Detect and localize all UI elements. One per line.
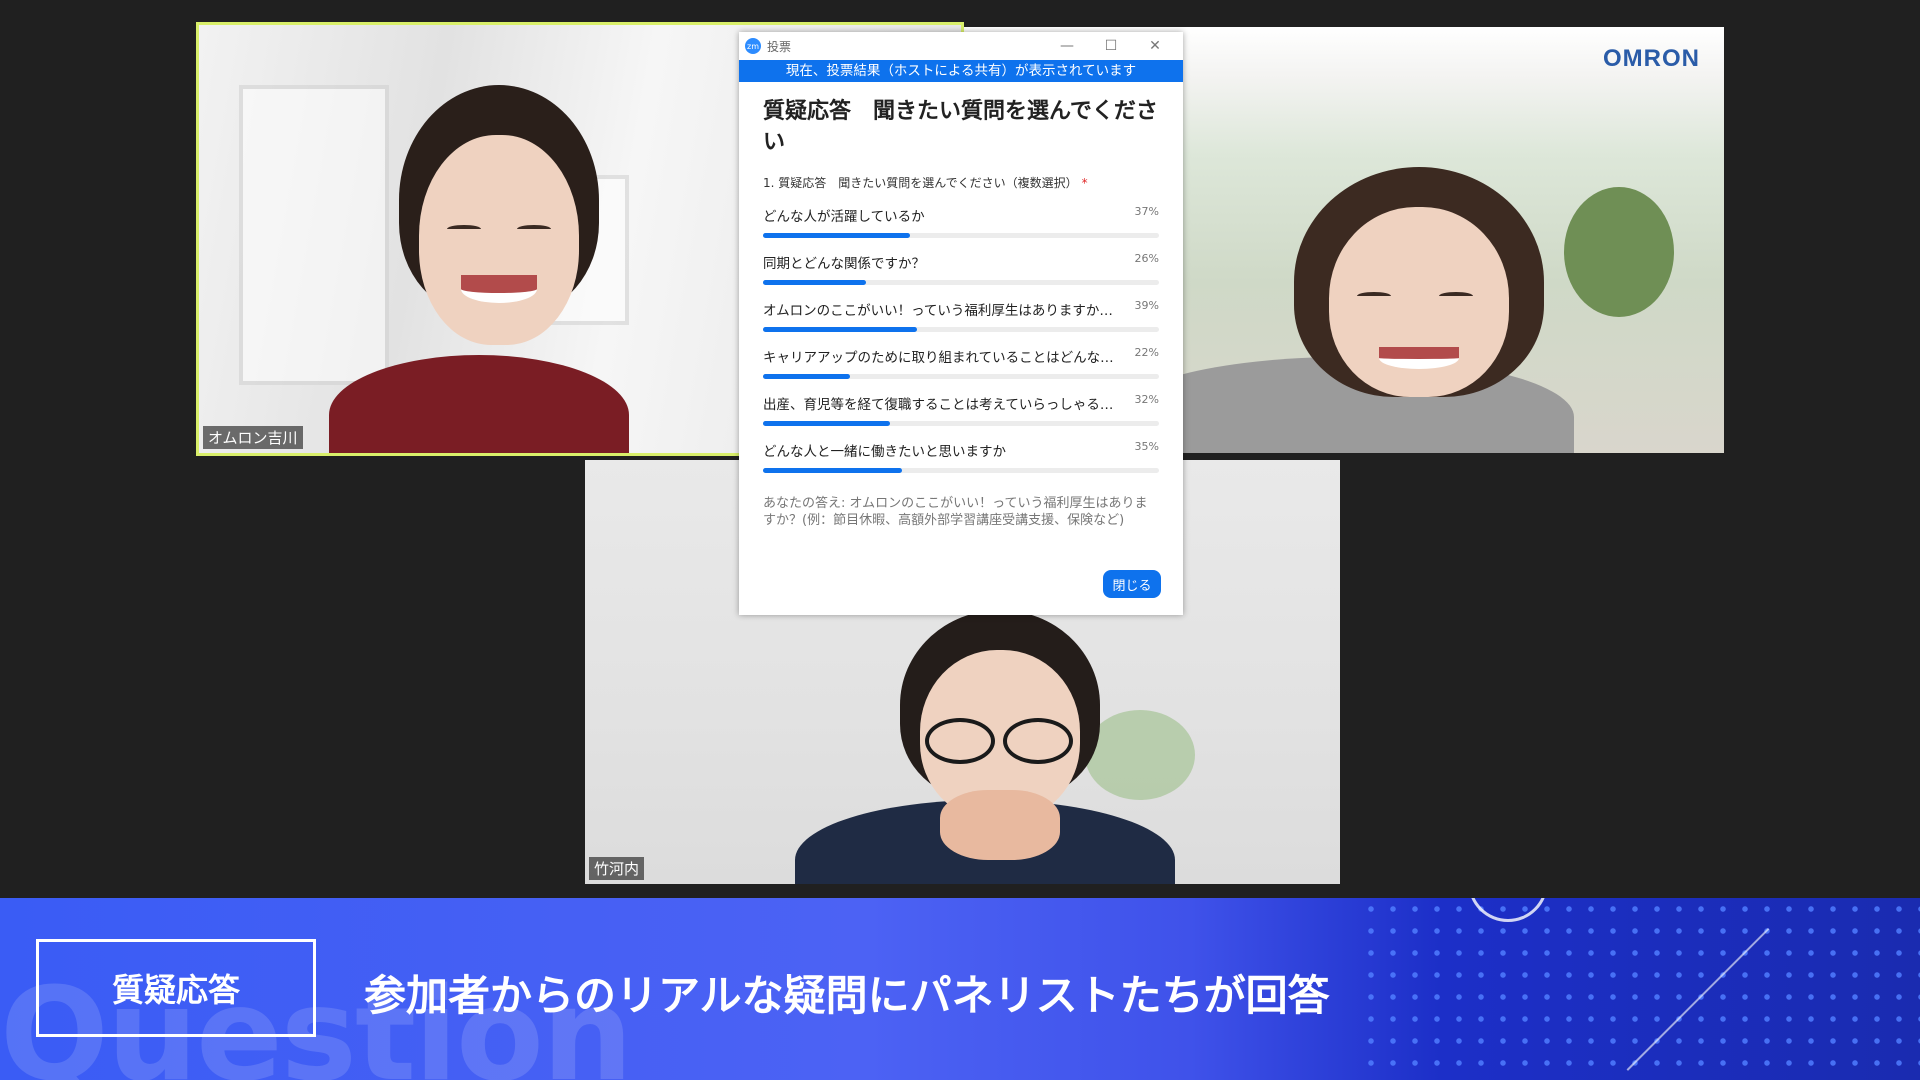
poll-option-percent: 32% xyxy=(1134,393,1159,406)
participant-name-tag: 竹河内 xyxy=(589,857,645,880)
poll-result-bar-fill xyxy=(763,327,918,332)
poll-option-percent: 35% xyxy=(1134,440,1159,453)
participant-hand xyxy=(940,790,1060,860)
banner-caption: 参加者からのリアルな疑問にパネリストたちが回答 xyxy=(364,971,1330,1020)
close-button[interactable]: 閉じる xyxy=(1103,570,1161,598)
lower-third-banner: Question 質疑応答 参加者からのリアルな疑問にパネリストたちが回答 xyxy=(0,898,1920,1080)
required-mark: * xyxy=(1081,176,1088,190)
poll-option: どんな人が活躍しているか 37% xyxy=(763,205,1159,238)
poll-result-bar-track xyxy=(763,468,1159,473)
participant-eye xyxy=(447,225,481,233)
poll-option-percent: 22% xyxy=(1134,346,1159,359)
poll-option-text: どんな人と一緒に働きたいと思いますか xyxy=(763,444,1006,460)
minimize-icon[interactable]: — xyxy=(1045,38,1089,54)
close-icon[interactable]: ✕ xyxy=(1133,38,1177,54)
poll-options-list: どんな人が活躍しているか 37% 同期とどんな関係ですか？ 26% オムロンのここがいい… xyxy=(763,205,1159,473)
poll-window-title: 投票 xyxy=(767,39,792,54)
poll-option-text: オムロンのここがいい！っていう福利厚生はありますか？(... xyxy=(763,303,1123,319)
poll-option-text: 出産、育児等を経て復職することは考えていらっしゃるか... xyxy=(763,397,1123,413)
omron-logo: OMRON xyxy=(1603,45,1700,72)
poll-result-bar-fill xyxy=(763,468,902,473)
poll-titlebar[interactable]: zm 投票 — ☐ ✕ xyxy=(739,32,1183,60)
poll-option-percent: 37% xyxy=(1134,205,1159,218)
background-plant xyxy=(1564,187,1674,317)
section-tag: 質疑応答 xyxy=(36,939,316,1037)
poll-result-bar-fill xyxy=(763,233,910,238)
poll-option-text: 同期とどんな関係ですか？ xyxy=(763,256,925,272)
glasses-right xyxy=(1003,718,1073,764)
poll-result-bar-track xyxy=(763,421,1159,426)
poll-result-bar-track xyxy=(763,374,1159,379)
background-plant xyxy=(1085,710,1195,800)
poll-option-text: キャリアアップのために取り組まれていることはどんなことがあ... xyxy=(763,350,1123,366)
poll-option-percent: 26% xyxy=(1134,252,1159,265)
participant-eye xyxy=(1357,292,1391,300)
poll-option: キャリアアップのために取り組まれていることはどんなことがあ... 22% xyxy=(763,346,1159,379)
participant-face xyxy=(419,135,579,345)
background-window xyxy=(239,85,389,385)
participant-smile xyxy=(1379,347,1459,369)
poll-result-bar-track xyxy=(763,233,1159,238)
dot-pattern xyxy=(1360,898,1920,1080)
poll-option-text: どんな人が活躍しているか xyxy=(763,209,925,225)
poll-result-bar-track xyxy=(763,280,1159,285)
glasses-left xyxy=(925,718,995,764)
poll-question: 1. 質疑応答 聞きたい質問を選んでください（複数選択） * xyxy=(763,174,1159,191)
zoom-app-icon: zm xyxy=(745,38,761,54)
poll-results-window: zm 投票 — ☐ ✕ 現在、投票結果（ホストによる共有）が表示されています 質… xyxy=(739,32,1183,615)
your-answer-text: あなたの答え: オムロンのここがいい！っていう福利厚生はありますか？(例：節目休… xyxy=(763,496,1148,528)
participant-eye xyxy=(1439,292,1473,300)
poll-option-percent: 39% xyxy=(1134,299,1159,312)
participant-smile xyxy=(461,275,537,303)
poll-question-text: 1. 質疑応答 聞きたい質問を選んでください（複数選択） xyxy=(763,176,1078,190)
poll-option: どんな人と一緒に働きたいと思いますか 35% xyxy=(763,440,1159,473)
participant-eye xyxy=(517,225,551,233)
poll-option: オムロンのここがいい！っていう福利厚生はありますか？(... 39% xyxy=(763,299,1159,332)
participant-name-tag: オムロン吉川 xyxy=(203,426,303,449)
poll-result-bar-track xyxy=(763,327,1159,332)
maximize-icon[interactable]: ☐ xyxy=(1089,38,1133,54)
poll-result-bar-fill xyxy=(763,421,890,426)
poll-heading: 質疑応答 聞きたい質問を選んでください xyxy=(763,99,1158,155)
poll-option: 同期とどんな関係ですか？ 26% xyxy=(763,252,1159,285)
poll-option: 出産、育児等を経て復職することは考えていらっしゃるか... 32% xyxy=(763,393,1159,426)
poll-result-bar-fill xyxy=(763,374,851,379)
poll-sharing-banner: 現在、投票結果（ホストによる共有）が表示されています xyxy=(739,60,1183,82)
poll-result-bar-fill xyxy=(763,280,866,285)
